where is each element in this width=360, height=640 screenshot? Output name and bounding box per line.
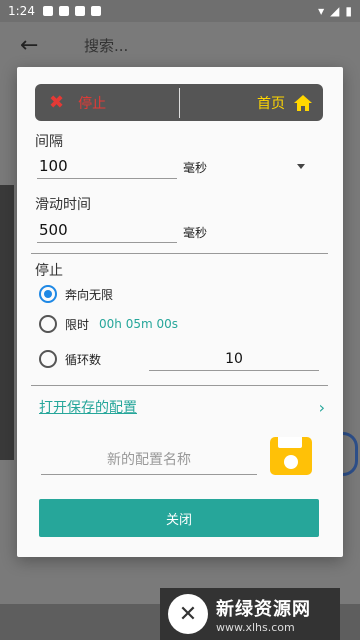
watermark-logo-icon: ✕ (168, 594, 208, 634)
background-search-text: 搜索... (84, 36, 129, 55)
background-panel (0, 185, 14, 460)
interval-input[interactable]: 100 (37, 153, 177, 179)
interval-label: 间隔 (35, 134, 63, 150)
swipe-time-label: 滑动时间 (35, 197, 91, 213)
radio-cycles[interactable]: 循环数 (39, 350, 101, 368)
open-saved-config-label: 打开保存的配置 (39, 400, 137, 416)
back-arrow-icon[interactable]: ← (20, 33, 44, 58)
radio-time-limit-button[interactable] (39, 315, 57, 333)
stop-section-label: 停止 (35, 263, 63, 279)
close-button[interactable]: 关闭 (39, 499, 319, 537)
watermark-text: 新绿资源网 www.xlhs.com (216, 595, 311, 634)
open-saved-config-link[interactable]: 打开保存的配置 › (39, 397, 325, 417)
status-shield-icon (58, 6, 69, 16)
watermark: ✕ 新绿资源网 www.xlhs.com (160, 588, 340, 640)
save-icon-slot (278, 437, 302, 448)
divider (31, 253, 328, 254)
divider (31, 385, 328, 386)
background-search-bar: ← 搜索... (0, 22, 360, 68)
status-time: 1:24 (8, 4, 35, 18)
status-sync-icon (90, 6, 101, 16)
swipe-time-input[interactable]: 500 (37, 217, 177, 243)
radio-time-limit[interactable]: 限时 00h 05m 00s (39, 315, 178, 333)
radio-infinite[interactable]: 奔向无限 (39, 285, 113, 303)
signal-icon: ◢ (330, 4, 340, 18)
watermark-url: www.xlhs.com (216, 620, 295, 634)
radio-cycles-label: 循环数 (65, 352, 102, 367)
save-icon-disk (284, 455, 298, 469)
radio-time-limit-label: 限时 (65, 317, 90, 332)
status-location-icon (74, 6, 85, 16)
wifi-icon: ▾ (318, 4, 325, 18)
battery-icon: ▮ (345, 4, 352, 18)
config-name-input[interactable]: 新的配置名称 (41, 445, 257, 475)
save-icon[interactable] (270, 437, 312, 475)
interval-unit-dropdown-icon[interactable] (297, 164, 305, 169)
stop-label: 停止 (78, 95, 107, 112)
cycles-input[interactable]: 10 (149, 347, 319, 371)
radio-infinite-label: 奔向无限 (65, 287, 114, 302)
home-icon (294, 94, 312, 111)
top-bar-divider (179, 87, 180, 118)
status-settings-icon (42, 6, 53, 16)
radio-cycles-button[interactable] (39, 350, 57, 368)
config-dialog: ✖ 停止 首页 间隔 100 毫秒 滑动时间 500 毫秒 停止 奔向无限 限时… (17, 67, 343, 557)
watermark-title: 新绿资源网 (216, 598, 311, 620)
chevron-right-icon: › (318, 397, 325, 417)
interval-unit: 毫秒 (183, 161, 208, 175)
dialog-top-bar: ✖ 停止 首页 (35, 84, 323, 121)
home-label: 首页 (257, 95, 285, 112)
home-button[interactable]: 首页 (257, 93, 323, 113)
stop-x-icon: ✖ (49, 92, 65, 113)
status-indicators: ▾ ◢ ▮ (318, 4, 352, 18)
time-limit-value[interactable]: 00h 05m 00s (99, 317, 178, 331)
radio-infinite-button[interactable] (39, 285, 57, 303)
stop-button[interactable]: ✖ 停止 (35, 92, 179, 113)
swipe-time-unit: 毫秒 (183, 226, 208, 240)
status-bar: 1:24 ▾ ◢ ▮ (0, 0, 360, 22)
